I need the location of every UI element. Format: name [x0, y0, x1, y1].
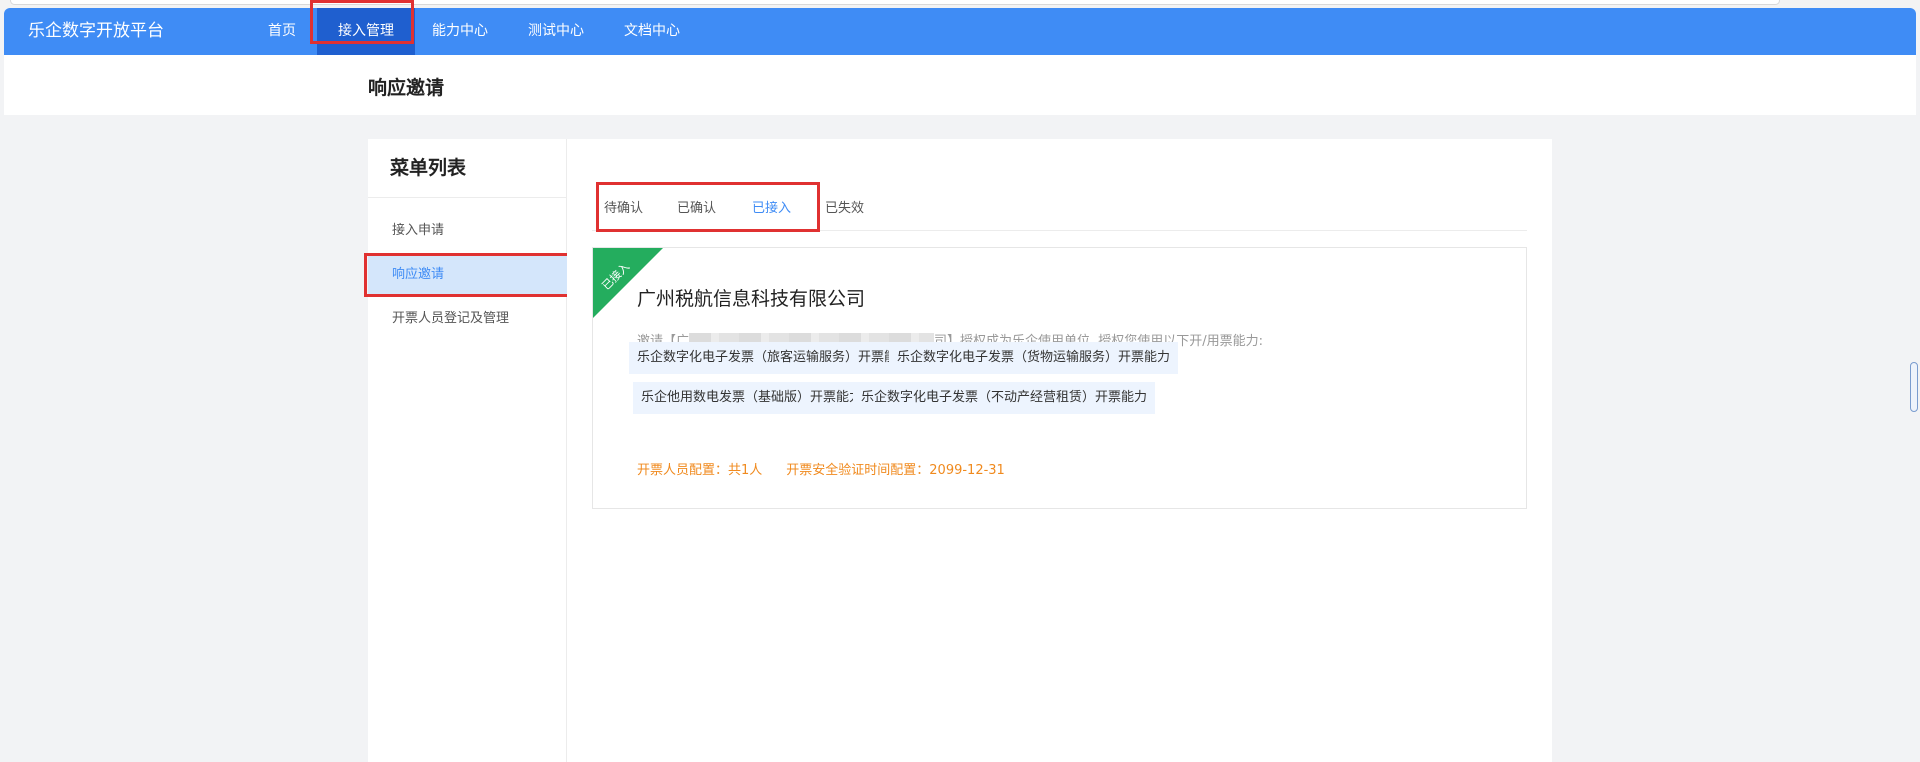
- sidebar-title: 菜单列表: [368, 139, 566, 198]
- top-navigation: 乐企数字开放平台 首页 接入管理 能力中心 测试中心 文档中心: [4, 8, 1916, 55]
- browser-url-bar-edge: [0, 0, 1920, 8]
- nav-test-center[interactable]: 测试中心: [518, 8, 594, 55]
- nav-doc-center[interactable]: 文档中心: [614, 8, 690, 55]
- tab-expired[interactable]: 已失效: [825, 191, 864, 231]
- nav-home[interactable]: 首页: [254, 8, 310, 55]
- nav-capability-center[interactable]: 能力中心: [422, 8, 498, 55]
- address-bar[interactable]: [10, 0, 1780, 5]
- verify-time-config: 开票安全验证时间配置：2099-12-31: [786, 463, 1005, 478]
- staff-config: 开票人员配置：共1人: [637, 463, 763, 478]
- sidebar-highlight-box: [364, 253, 572, 297]
- sidebar-item-invoicer-management[interactable]: 开票人员登记及管理: [368, 297, 567, 341]
- company-name: 广州税航信息科技有限公司: [637, 288, 866, 310]
- nav-highlight-box: [310, 0, 414, 44]
- sidebar-item-access-apply[interactable]: 接入申请: [368, 209, 567, 253]
- config-stats: 开票人员配置：共1人 开票安全验证时间配置：2099-12-31: [637, 459, 1005, 478]
- invitation-card: 已接入 广州税航信息科技有限公司 邀请【广司】授权成为乐企使用单位, 授权您使用…: [592, 247, 1527, 509]
- capability-tag: 乐企数字化电子发票（不动产经营租赁）开票能力: [853, 382, 1156, 414]
- tabs-highlight-box: [596, 182, 820, 232]
- capability-tag: 乐企数字化电子发票（货物运输服务）开票能力: [889, 342, 1179, 374]
- page-title-bar: 响应邀请: [4, 55, 1916, 115]
- page-title: 响应邀请: [368, 77, 445, 99]
- sidebar: 菜单列表 接入申请 响应邀请 开票人员登记及管理: [368, 139, 567, 762]
- main-content: 待确认 已确认 已接入 已失效 已接入 广州税航信息科技有限公司 邀请【广司】授…: [567, 139, 1552, 762]
- page-scrollbar[interactable]: [1910, 362, 1918, 412]
- app-logo-title: 乐企数字开放平台: [28, 21, 164, 41]
- capability-tag: 乐企数字化电子发票（旅客运输服务）开票能力: [629, 342, 919, 374]
- capability-tag: 乐企他用数电发票（基础版）开票能力: [633, 382, 871, 414]
